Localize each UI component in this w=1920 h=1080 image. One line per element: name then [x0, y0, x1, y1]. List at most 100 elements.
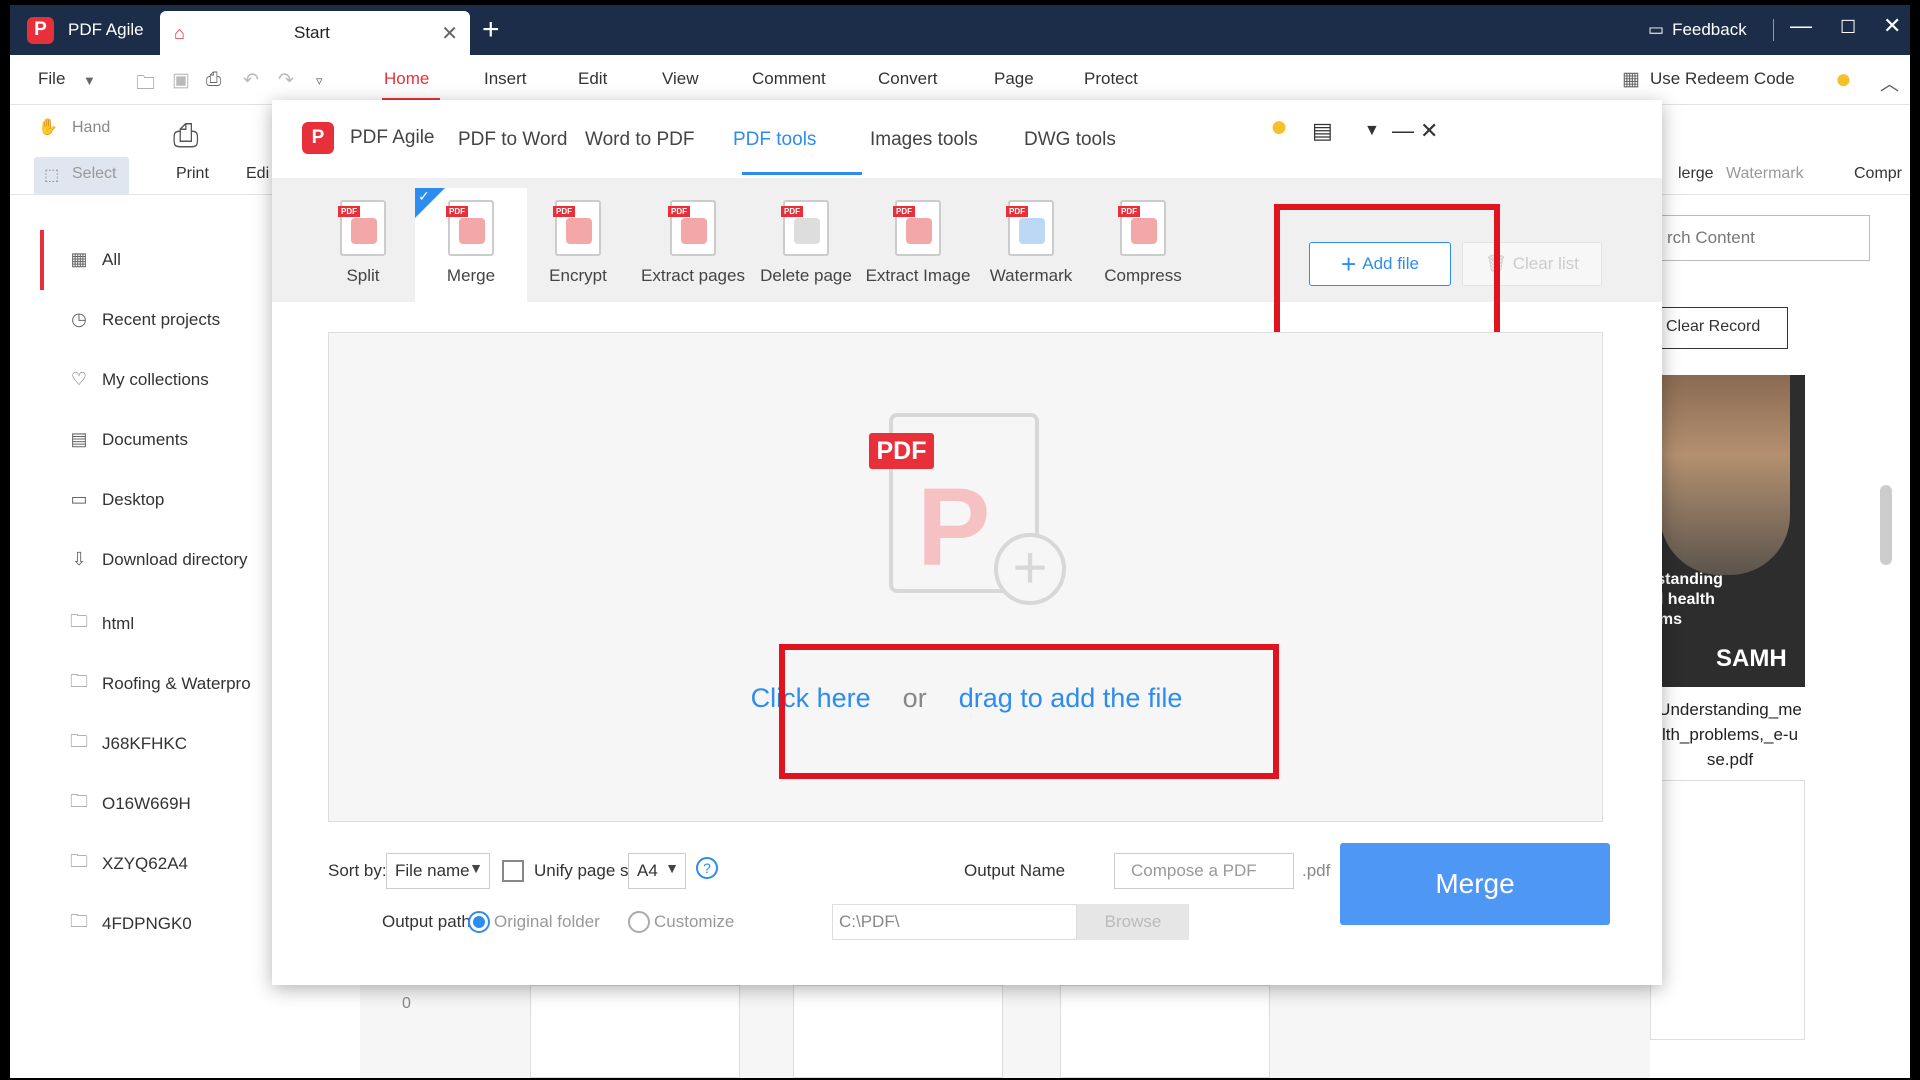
- edit-button[interactable]: Edi: [246, 165, 269, 183]
- maximize-icon[interactable]: ☐: [1840, 17, 1856, 38]
- file-thumbnail[interactable]: [530, 985, 740, 1078]
- home-icon: ⌂: [174, 22, 185, 43]
- redeem-code-button[interactable]: Use Redeem Code: [1650, 69, 1795, 89]
- unify-page-size-checkbox[interactable]: [502, 860, 524, 882]
- print-button[interactable]: Print: [176, 165, 209, 183]
- app-logo-icon: P: [302, 122, 334, 154]
- file-thumbnail[interactable]: rstanding al health ems SAMH: [1650, 375, 1805, 687]
- tab-pdf-to-word[interactable]: PDF to Word: [458, 129, 567, 151]
- sidebar-item-label: Documents: [102, 429, 188, 449]
- message-icon[interactable]: ▤: [1312, 118, 1333, 144]
- print-icon[interactable]: ⎙: [206, 69, 221, 91]
- tool-watermark[interactable]: PDF Watermark: [975, 188, 1087, 302]
- collapse-ribbon-icon[interactable]: ︿: [1880, 69, 1899, 96]
- sidebar-item-o16w669h[interactable]: 🗀 O16W669H: [68, 789, 191, 819]
- tab-word-to-pdf[interactable]: Word to PDF: [585, 129, 694, 151]
- split-icon: PDF: [338, 200, 386, 256]
- tab-dwg-tools[interactable]: DWG tools: [1024, 129, 1116, 151]
- scrollbar[interactable]: [1880, 485, 1892, 565]
- sidebar-item-roofing[interactable]: 🗀 Roofing & Waterpro: [68, 669, 251, 699]
- menu-edit[interactable]: Edit: [578, 69, 607, 89]
- folder-icon: 🗀: [70, 671, 88, 691]
- help-icon[interactable]: ?: [696, 857, 718, 879]
- menu-comment[interactable]: Comment: [752, 69, 826, 89]
- sidebar-item-label: html: [102, 614, 135, 633]
- tab-pdf-tools[interactable]: PDF tools: [733, 129, 816, 151]
- tool-compress[interactable]: PDF Compress: [1087, 188, 1199, 302]
- sidebar-item-recent[interactable]: ◷ Recent projects: [68, 309, 220, 330]
- tool-label: Delete page: [760, 266, 852, 285]
- sidebar-item-all[interactable]: ▦ All: [68, 249, 120, 270]
- sidebar-item-j68kfhkc[interactable]: 🗀 J68KFHKC: [68, 729, 187, 759]
- tool-extract-pages[interactable]: PDF Extract pages: [637, 188, 749, 302]
- undo-icon[interactable]: ↶: [243, 69, 259, 92]
- browse-button[interactable]: Browse: [1077, 904, 1189, 940]
- customize-dropdown-icon[interactable]: ▿: [316, 73, 323, 89]
- customize-radio[interactable]: [628, 911, 650, 933]
- save-icon[interactable]: ▣: [172, 69, 190, 92]
- output-path-input[interactable]: C:\PDF\: [832, 904, 1077, 940]
- open-folder-icon[interactable]: 🗀: [136, 69, 155, 101]
- sidebar-item-download[interactable]: ⇩ Download directory: [68, 549, 247, 570]
- feedback-button[interactable]: ▭ Feedback: [1648, 19, 1774, 41]
- tool-encrypt[interactable]: PDF Encrypt: [522, 188, 634, 302]
- new-tab-button[interactable]: +: [482, 13, 500, 47]
- menu-home[interactable]: Home: [384, 69, 429, 89]
- menu-page[interactable]: Page: [994, 69, 1034, 89]
- folder-icon: 🗀: [70, 791, 88, 811]
- tool-merge[interactable]: ✓ PDF Merge: [415, 188, 527, 302]
- watermark-button-ribbon[interactable]: Watermark: [1726, 165, 1804, 183]
- chevron-down-icon[interactable]: ▼: [83, 73, 96, 88]
- file-menu[interactable]: File: [38, 69, 65, 89]
- minimize-icon[interactable]: —: [1392, 118, 1414, 144]
- merge-button[interactable]: Merge: [1340, 843, 1610, 925]
- page-size-select[interactable]: A4 ▼: [628, 853, 686, 889]
- close-tab-icon[interactable]: ✕: [441, 21, 458, 46]
- hand-tool[interactable]: Hand: [72, 119, 110, 137]
- tab-images-tools[interactable]: Images tools: [870, 129, 978, 151]
- clear-record-button[interactable]: Clear Record: [1650, 307, 1788, 349]
- sidebar-item-documents[interactable]: ▤ Documents: [68, 429, 188, 450]
- tool-split[interactable]: PDF Split: [307, 188, 419, 302]
- original-folder-radio[interactable]: [468, 911, 490, 933]
- menu-protect[interactable]: Protect: [1084, 69, 1138, 89]
- checkmark-icon: ✓: [418, 188, 430, 204]
- add-pdf-illustration: P PDF +: [869, 413, 1066, 605]
- app-tab[interactable]: P PDF Agile: [10, 5, 150, 55]
- minimize-icon[interactable]: —: [1790, 13, 1812, 39]
- divider: [1772, 19, 1774, 41]
- sidebar-item-desktop[interactable]: ▭ Desktop: [68, 489, 164, 510]
- file-thumbnail[interactable]: [793, 985, 1003, 1078]
- compress-button-ribbon[interactable]: Compr: [1854, 165, 1902, 183]
- menu-insert[interactable]: Insert: [484, 69, 527, 89]
- merge-button-ribbon[interactable]: lerge: [1678, 165, 1714, 183]
- file-name[interactable]: Understanding_me lth_problems,_e-u se.pd…: [1650, 697, 1810, 772]
- tool-extract-image[interactable]: PDF Extract Image: [862, 188, 974, 302]
- watermark-icon: PDF: [1006, 200, 1054, 256]
- menu-view[interactable]: View: [662, 69, 699, 89]
- menu-convert[interactable]: Convert: [878, 69, 938, 89]
- file-thumbnail[interactable]: [1650, 780, 1805, 1040]
- start-tab[interactable]: ⌂ Start ✕: [160, 11, 470, 55]
- sort-by-select[interactable]: File name ▼: [386, 853, 490, 889]
- redo-icon[interactable]: ↷: [278, 69, 294, 92]
- title-bar: P PDF Agile ⌂ Start ✕ + ▭ Feedback — ☐ ✕: [10, 5, 1910, 55]
- user-avatar[interactable]: ●: [1270, 110, 1288, 144]
- sidebar-item-collections[interactable]: ♡ My collections: [68, 369, 209, 390]
- sidebar-item-xzyq62a4[interactable]: 🗀 XZYQ62A4: [68, 849, 188, 879]
- file-thumbnail[interactable]: [1060, 985, 1270, 1078]
- file-panel: rch Content Clear Record rstanding al he…: [1650, 195, 1910, 1078]
- search-content-input[interactable]: rch Content: [1650, 215, 1870, 261]
- avatar[interactable]: ●: [1835, 63, 1852, 95]
- file-drop-zone[interactable]: P PDF + Click here or drag to add the file: [328, 332, 1603, 822]
- close-window-icon[interactable]: ✕: [1883, 13, 1901, 39]
- sidebar-item-html[interactable]: 🗀 html: [68, 609, 134, 639]
- compress-icon: PDF: [1118, 200, 1166, 256]
- tool-delete-page[interactable]: PDF Delete page: [750, 188, 862, 302]
- page-size-value: A4: [637, 861, 658, 880]
- output-name-input[interactable]: Compose a PDF: [1114, 853, 1294, 889]
- dropdown-icon[interactable]: ▼: [1364, 122, 1380, 140]
- tool-label: Extract pages: [641, 266, 745, 285]
- sidebar-item-4fdpngk0[interactable]: 🗀 4FDPNGK0: [68, 909, 192, 939]
- close-dialog-icon[interactable]: ✕: [1420, 118, 1438, 144]
